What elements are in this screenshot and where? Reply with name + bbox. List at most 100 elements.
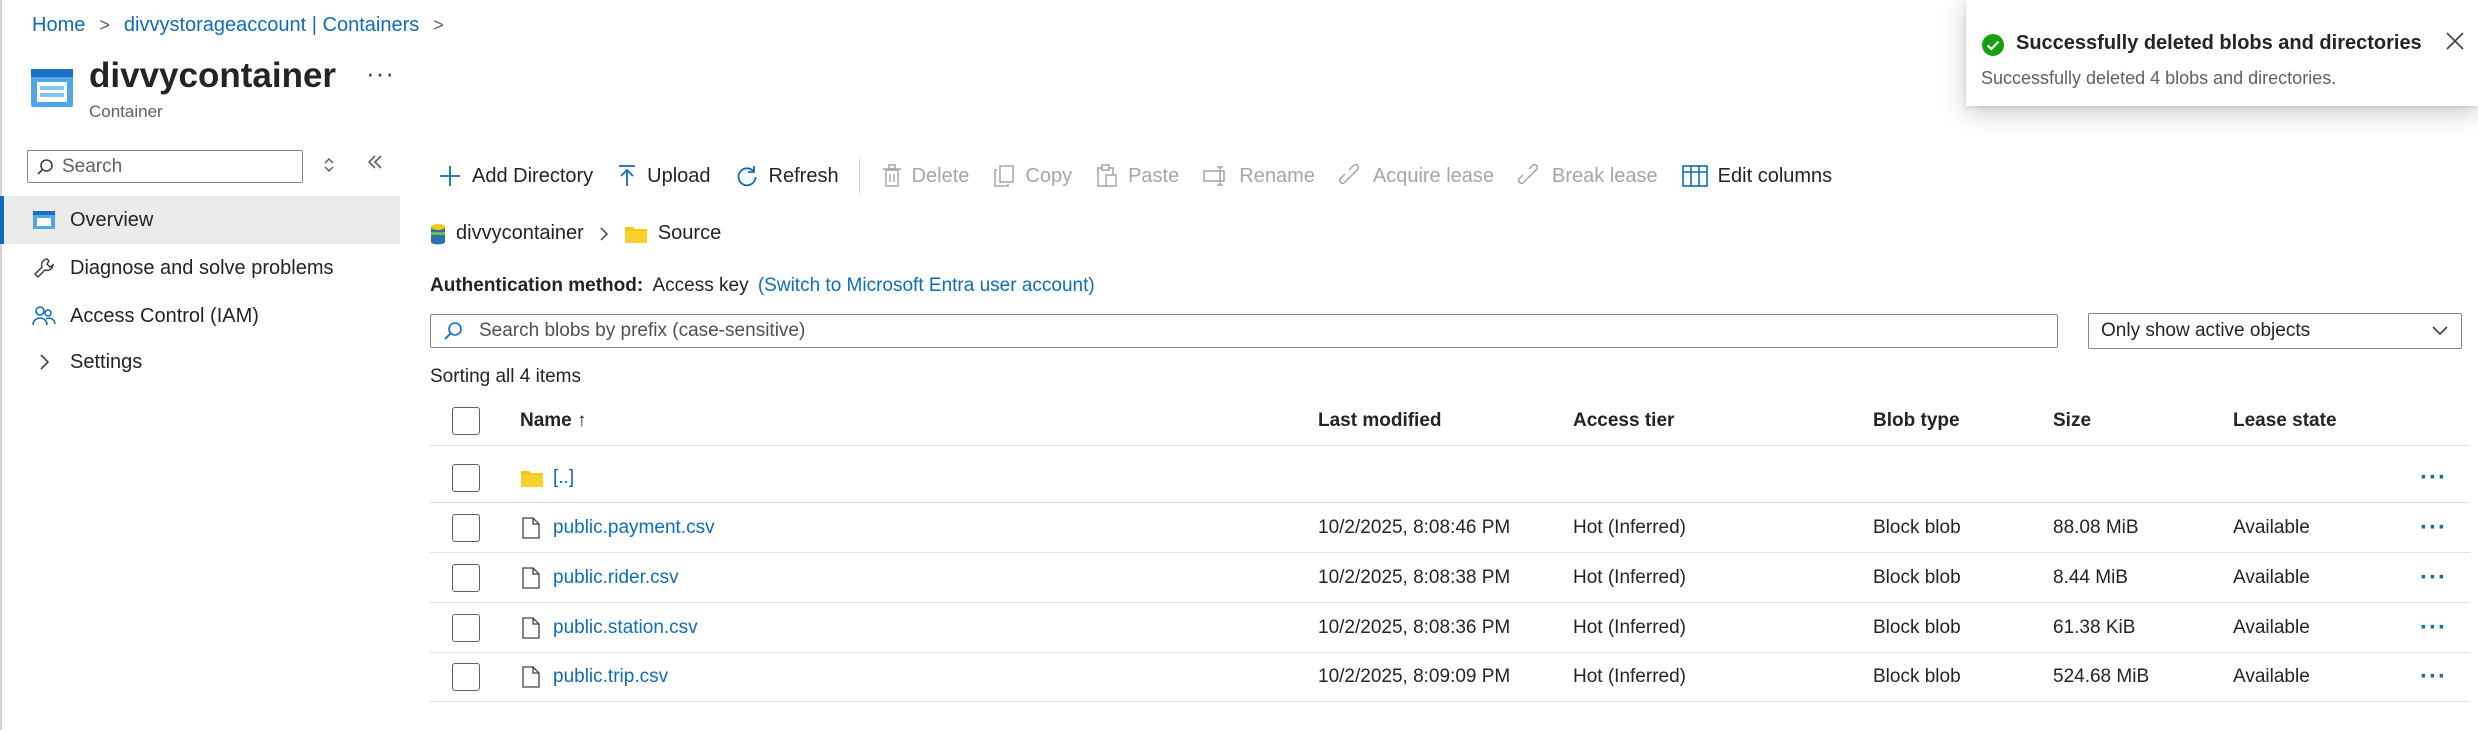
more-options-button[interactable]: ···: [366, 58, 395, 89]
row-checkbox[interactable]: [452, 463, 480, 492]
broken-link-icon: [1518, 164, 1542, 188]
edit-columns-button[interactable]: Edit columns: [1681, 164, 1832, 188]
column-header-size[interactable]: Size: [2053, 396, 2091, 445]
search-icon: [443, 321, 463, 341]
cell-access-tier: Hot (Inferred): [1573, 566, 1686, 588]
upload-button[interactable]: Upload: [617, 164, 711, 188]
cell-last-modified: 10/2/2025, 8:08:38 PM: [1318, 566, 1511, 588]
blob-search-input[interactable]: [477, 319, 2041, 343]
cell-blob-type: Block blob: [1873, 665, 1961, 687]
cell-size: 524.68 MiB: [2053, 665, 2150, 687]
table-row[interactable]: public.rider.csv 10/2/2025, 8:08:38 PM H…: [430, 553, 2470, 603]
row-more-button[interactable]: ···: [2420, 603, 2447, 652]
column-header-last-modified[interactable]: Last modified: [1318, 396, 1442, 445]
link-icon: [1338, 164, 1363, 188]
row-more-button[interactable]: ···: [2420, 553, 2447, 602]
sidebar-item-settings[interactable]: Settings: [0, 338, 400, 386]
container-icon: [30, 68, 74, 108]
paste-icon: [1096, 164, 1118, 188]
blob-name-link[interactable]: public.station.csv: [553, 617, 698, 639]
column-header-lease-state[interactable]: Lease state: [2233, 396, 2337, 445]
trash-icon: [882, 164, 902, 188]
blob-name-link[interactable]: public.payment.csv: [553, 517, 715, 539]
file-icon: [522, 652, 540, 701]
auth-method-label: Authentication method:: [430, 275, 644, 296]
folder-icon: [520, 453, 544, 502]
paste-label: Paste: [1128, 164, 1180, 187]
select-all-checkbox[interactable]: [452, 406, 480, 435]
search-icon: [36, 158, 54, 176]
blob-name-link[interactable]: public.trip.csv: [553, 666, 668, 688]
sidebar-item-diagnose[interactable]: Diagnose and solve problems: [0, 244, 400, 292]
column-header-name[interactable]: Name ↑: [520, 396, 587, 445]
break-lease-label: Break lease: [1552, 164, 1658, 187]
copy-icon: [993, 164, 1015, 188]
switch-auth-link[interactable]: (Switch to Microsoft Entra user account): [758, 275, 1095, 296]
success-check-icon: [1981, 33, 2005, 57]
expand-collapse-icon[interactable]: [322, 155, 336, 175]
cell-access-tier: Hot (Inferred): [1573, 616, 1686, 638]
cell-last-modified: 10/2/2025, 8:09:09 PM: [1318, 665, 1511, 687]
delete-button[interactable]: Delete: [882, 164, 970, 188]
breadcrumb-home-link[interactable]: Home: [32, 14, 85, 37]
row-checkbox[interactable]: [452, 563, 480, 592]
sidebar-item-label: Settings: [70, 350, 143, 373]
command-toolbar: Add Directory Upload Refresh Delete Copy…: [438, 158, 1856, 194]
filter-selected-value: Only show active objects: [2101, 320, 2311, 341]
cell-size: 88.08 MiB: [2053, 516, 2139, 538]
row-checkbox[interactable]: [452, 662, 480, 691]
row-more-button[interactable]: ···: [2420, 453, 2447, 502]
breadcrumb-separator: >: [99, 15, 110, 35]
delete-label: Delete: [911, 164, 970, 187]
breadcrumb-account-link[interactable]: divvystorageaccount | Containers: [124, 14, 419, 37]
toolbar-divider: [858, 159, 860, 193]
row-more-button[interactable]: ···: [2420, 652, 2447, 701]
table-row[interactable]: public.payment.csv 10/2/2025, 8:08:46 PM…: [430, 503, 2470, 553]
sidebar-item-label: Overview: [70, 208, 154, 231]
parent-directory-link[interactable]: [..]: [553, 467, 574, 489]
page-title: divvycontainer: [89, 56, 337, 95]
path-folder-label[interactable]: Source: [658, 222, 721, 245]
path-container-link[interactable]: divvycontainer: [456, 222, 584, 245]
column-header-blob-type[interactable]: Blob type: [1873, 396, 1960, 445]
add-directory-button[interactable]: Add Directory: [438, 164, 593, 188]
refresh-label: Refresh: [768, 164, 839, 187]
copy-button[interactable]: Copy: [993, 164, 1072, 188]
sidebar-item-label: Diagnose and solve problems: [70, 256, 334, 279]
sidebar-search[interactable]: [27, 150, 303, 183]
blob-path-breadcrumb: divvycontainer Source: [430, 222, 721, 245]
column-header-access-tier[interactable]: Access tier: [1573, 396, 1674, 445]
file-icon: [522, 553, 540, 602]
cell-lease-state: Available: [2233, 566, 2310, 588]
row-checkbox[interactable]: [452, 513, 480, 542]
break-lease-button[interactable]: Break lease: [1518, 164, 1658, 188]
columns-icon: [1681, 164, 1708, 188]
table-header-row: Name ↑ Last modified Access tier Blob ty…: [430, 396, 2470, 446]
row-checkbox[interactable]: [452, 613, 480, 642]
collapse-sidebar-icon[interactable]: [365, 152, 385, 172]
acquire-lease-button[interactable]: Acquire lease: [1338, 164, 1494, 188]
blob-search[interactable]: [430, 314, 2058, 348]
active-objects-dropdown[interactable]: Only show active objects: [2088, 313, 2462, 349]
cell-blob-type: Block blob: [1873, 616, 1961, 638]
blob-name-link[interactable]: public.rider.csv: [553, 567, 679, 589]
table-row[interactable]: public.trip.csv 10/2/2025, 8:09:09 PM Ho…: [430, 652, 2470, 702]
sidebar-search-input[interactable]: [60, 154, 284, 179]
chevron-down-icon: [2431, 325, 2449, 337]
file-icon: [522, 603, 540, 652]
table-row[interactable]: public.station.csv 10/2/2025, 8:08:36 PM…: [430, 603, 2470, 653]
paste-button[interactable]: Paste: [1096, 164, 1179, 188]
cell-last-modified: 10/2/2025, 8:08:46 PM: [1318, 516, 1511, 538]
upload-icon: [617, 164, 637, 188]
refresh-button[interactable]: Refresh: [735, 164, 839, 188]
rename-button[interactable]: Rename: [1203, 164, 1315, 188]
table-row-parent[interactable]: [..] ···: [430, 453, 2470, 503]
toast-title: Successfully deleted blobs and directori…: [2016, 32, 2422, 54]
close-icon[interactable]: [2444, 30, 2466, 52]
auth-method-value: Access key: [652, 275, 749, 296]
add-directory-label: Add Directory: [472, 164, 594, 187]
row-more-button[interactable]: ···: [2420, 503, 2447, 552]
success-toast: Successfully deleted blobs and directori…: [1966, 0, 2478, 106]
sidebar-item-overview[interactable]: Overview: [0, 196, 400, 244]
sidebar-item-iam[interactable]: Access Control (IAM): [0, 292, 400, 340]
